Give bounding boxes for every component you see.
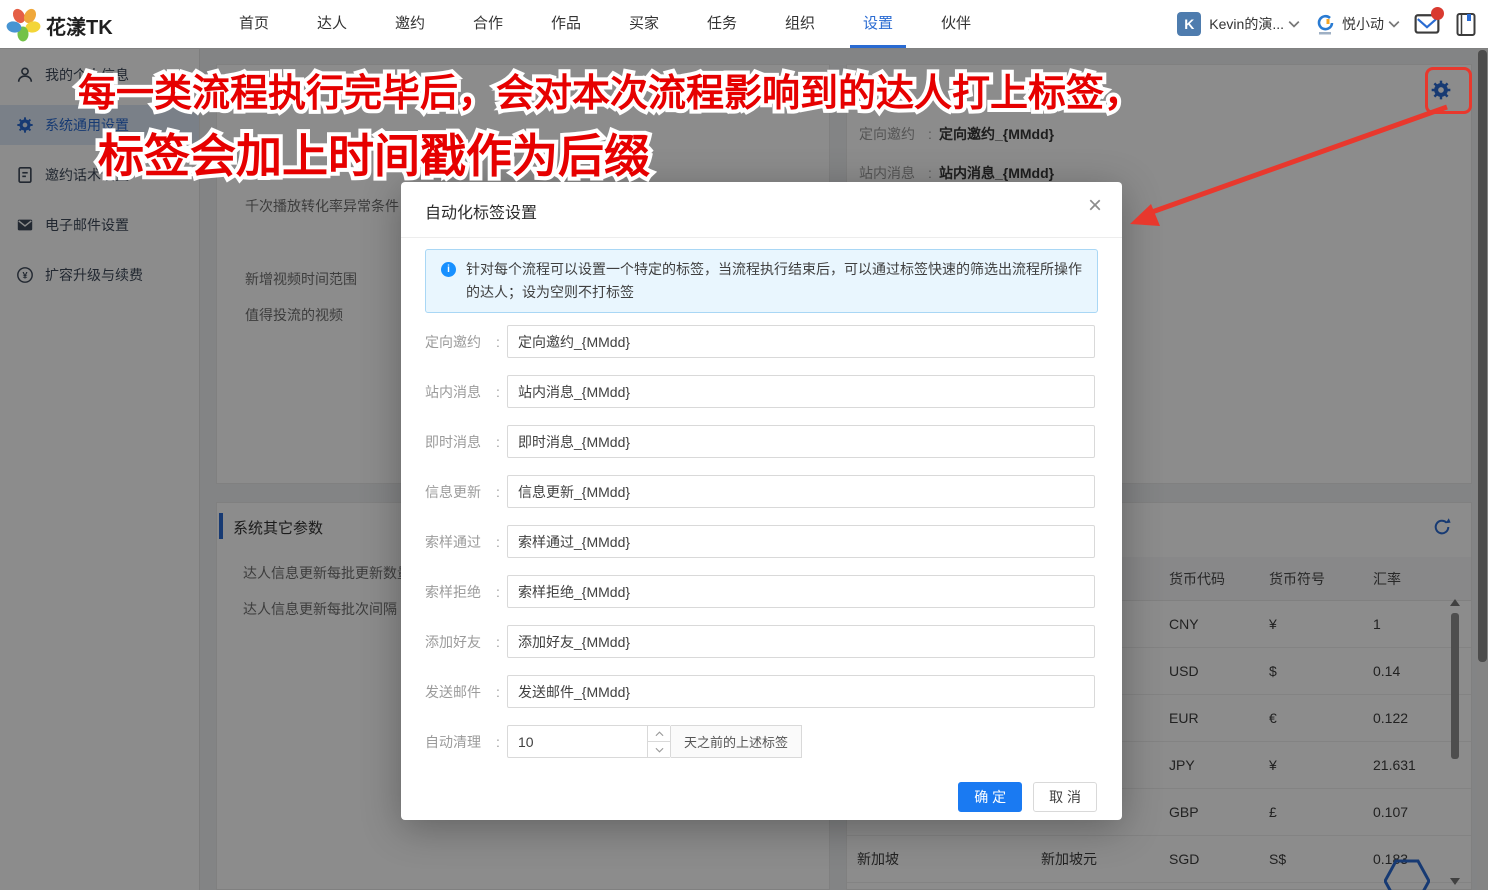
user-menu[interactable]: Kevin的演... [1209,14,1284,34]
field-label: 即时消息 [425,432,489,452]
form-row-autoclean: 自动清理 : 天之前的上述标签 [425,725,1098,758]
colon: : [489,534,507,550]
form-row-add-friend: 添加好友 : [425,625,1098,658]
messages-button[interactable] [1414,12,1440,36]
directed-invite-tag-input[interactable] [507,325,1095,358]
form-row-instant-message: 即时消息 : [425,425,1098,458]
field-label: 索样拒绝 [425,582,489,602]
nav-item-talent[interactable]: 达人 [293,0,371,48]
org-logo-icon [1314,11,1336,37]
dialog-footer: 确 定 取 消 [958,782,1097,812]
field-label: 自动清理 [425,732,489,752]
colon: : [489,634,507,650]
nav-item-tasks[interactable]: 任务 [683,0,761,48]
send-email-tag-input[interactable] [507,675,1095,708]
colon: : [489,584,507,600]
field-label: 添加好友 [425,632,489,652]
spinner-up-icon[interactable] [648,726,670,741]
manual-book-icon[interactable] [1456,12,1476,37]
nav-item-cooperation[interactable]: 合作 [449,0,527,48]
chevron-down-icon[interactable] [1288,20,1300,28]
info-update-tag-input[interactable] [507,475,1095,508]
form-row-info-update: 信息更新 : [425,475,1098,508]
form-row-sample-rejected: 索样拒绝 : [425,575,1098,608]
sample-rejected-tag-input[interactable] [507,575,1095,608]
nav-item-organization[interactable]: 组织 [761,0,839,48]
colon: : [489,434,507,450]
add-friend-tag-input[interactable] [507,625,1095,658]
autoclean-suffix-label: 天之前的上述标签 [671,725,802,758]
top-navbar: 花漾TK 首页 达人 邀约 合作 作品 买家 任务 组织 设置 伙伴 K Kev… [0,0,1488,49]
field-label: 站内消息 [425,382,489,402]
close-icon[interactable]: × [1088,194,1102,218]
dialog-body: 针对每个流程可以设置一个特定的标签，当流程执行结束后，可以通过标签快速的筛选出流… [401,238,1122,758]
flower-logo-icon[interactable] [6,6,42,42]
field-label: 索样通过 [425,532,489,552]
cancel-button[interactable]: 取 消 [1033,782,1097,812]
confirm-button[interactable]: 确 定 [958,782,1022,812]
app-root: 花漾TK 首页 达人 邀约 合作 作品 买家 任务 组织 设置 伙伴 K Kev… [0,0,1488,890]
colon: : [489,734,507,750]
colon: : [489,484,507,500]
info-icon [441,262,456,277]
nav-item-partners[interactable]: 伙伴 [917,0,995,48]
site-message-tag-input[interactable] [507,375,1095,408]
form-row-directed-invite: 定向邀约 : [425,325,1098,358]
nav-item-home[interactable]: 首页 [215,0,293,48]
field-label: 发送邮件 [425,682,489,702]
colon: : [489,384,507,400]
form-row-site-message: 站内消息 : [425,375,1098,408]
info-alert: 针对每个流程可以设置一个特定的标签，当流程执行结束后，可以通过标签快速的筛选出流… [425,249,1098,313]
notification-badge [1431,7,1444,20]
info-alert-text: 针对每个流程可以设置一个特定的标签，当流程执行结束后，可以通过标签快速的筛选出流… [466,261,1082,300]
dialog-header: 自动化标签设置 × [401,182,1122,238]
main-nav: 首页 达人 邀约 合作 作品 买家 任务 组织 设置 伙伴 [215,0,995,48]
org-menu[interactable]: 悦小动 [1342,14,1384,34]
sample-approved-tag-input[interactable] [507,525,1095,558]
autoclean-days-stepper [507,725,671,758]
nav-item-works[interactable]: 作品 [527,0,605,48]
spinner-down-icon[interactable] [648,741,670,757]
instant-message-tag-input[interactable] [507,425,1095,458]
user-avatar[interactable]: K [1177,12,1201,36]
nav-item-settings[interactable]: 设置 [839,0,917,48]
nav-item-buyers[interactable]: 买家 [605,0,683,48]
nav-item-invite[interactable]: 邀约 [371,0,449,48]
navbar-right-cluster: K Kevin的演... 悦小动 [1177,0,1476,48]
brand-title: 花漾TK [46,11,113,40]
form-row-sample-approved: 索样通过 : [425,525,1098,558]
dialog-title: 自动化标签设置 [425,199,537,223]
field-label: 信息更新 [425,482,489,502]
field-label: 定向邀约 [425,332,489,352]
form-row-send-email: 发送邮件 : [425,675,1098,708]
colon: : [489,334,507,350]
auto-tag-settings-dialog: 自动化标签设置 × 针对每个流程可以设置一个特定的标签，当流程执行结束后，可以通… [401,182,1122,820]
number-spinner [647,726,670,757]
chevron-down-icon[interactable] [1388,20,1400,28]
colon: : [489,684,507,700]
